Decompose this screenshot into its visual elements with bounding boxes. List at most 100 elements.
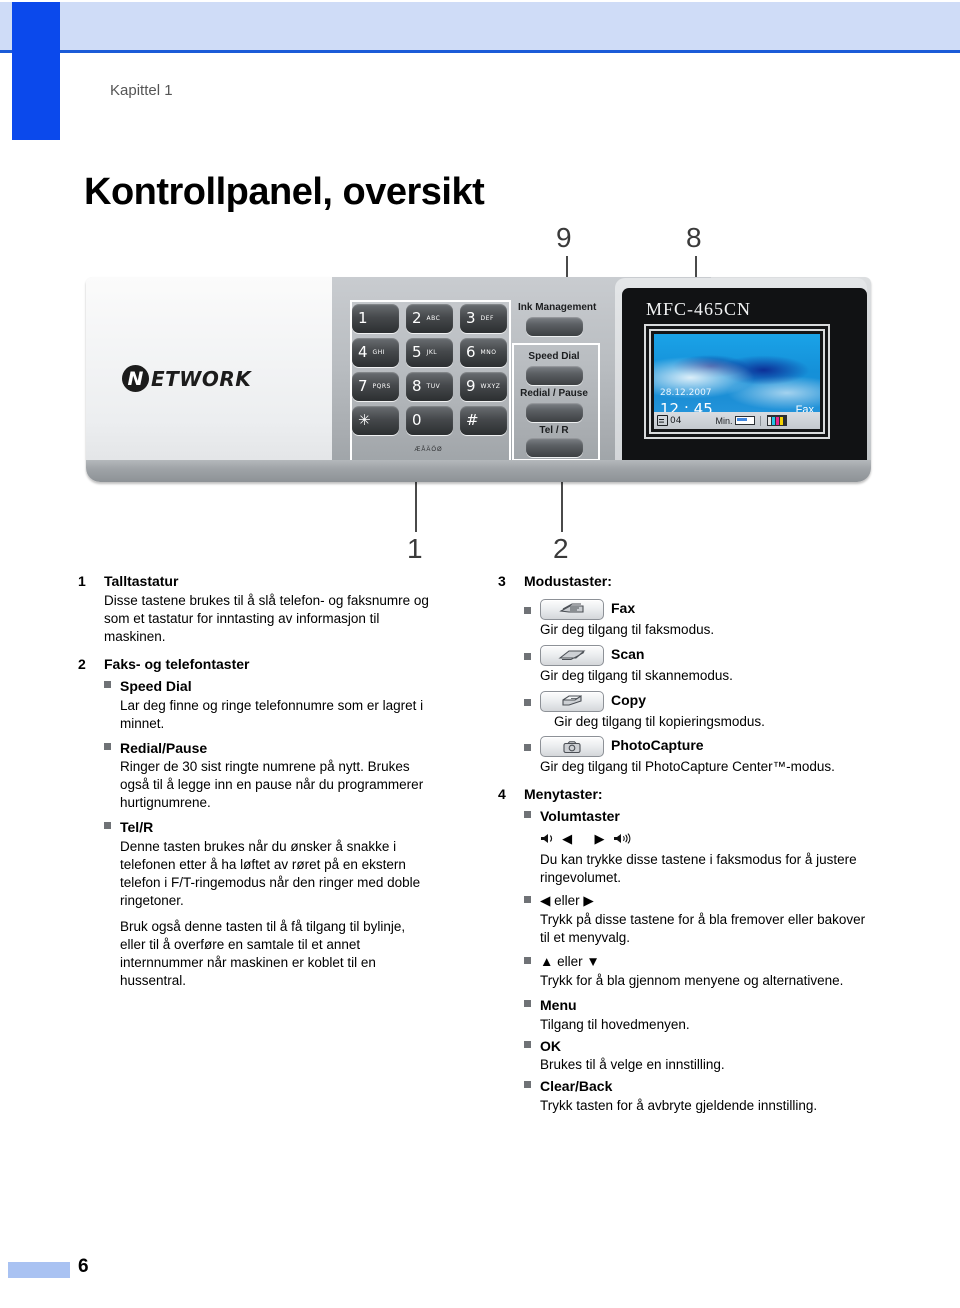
bullet-label: OK	[540, 1037, 561, 1054]
photocapture-icon	[540, 736, 604, 758]
bullet-mode-copy: Copy	[524, 690, 868, 712]
bullet-up-down-keys: ▲ eller ▼	[524, 953, 868, 971]
key-7[interactable]: 7 PQRS	[352, 372, 399, 401]
item-title: Modustaster:	[524, 573, 612, 589]
key-letters: PQRS	[372, 383, 391, 390]
bullet-tel-r-body-2: Bruk også denne tasten til å få tilgang …	[120, 919, 406, 989]
bullet-label: ▲ eller ▼	[540, 954, 600, 970]
bullet-label: Redial/Pause	[120, 739, 208, 756]
bullet-left-right-keys: ◀ eller ▶	[524, 892, 868, 910]
bullet-square-icon	[524, 996, 540, 1008]
list-item-3: 3 Modustaster:	[498, 572, 868, 591]
bullet-square-icon	[524, 691, 540, 706]
key-letters: GHI	[372, 349, 385, 356]
bullet-square-icon	[524, 645, 540, 660]
lcd-screen[interactable]: 28.12.2007 12 : 45 Fax 04 Min.	[654, 334, 820, 429]
key-digit: 6	[466, 343, 476, 361]
keypad-row: ✳ 0 #	[352, 406, 507, 435]
bullet-square-icon	[524, 599, 540, 614]
key-letters: MNO	[480, 349, 497, 356]
bullet-square-icon	[524, 1077, 540, 1089]
callout-1: 1	[407, 533, 423, 564]
bullet-label: Fax	[611, 599, 636, 616]
callout-8: 8	[686, 222, 702, 253]
volume-key-glyphs: ◀ ▶	[540, 829, 868, 849]
bullet-mode-fax: Fax	[524, 598, 868, 620]
list-item-1: 1 Talltastatur	[78, 572, 430, 591]
dial-pad[interactable]: 1 2 ABC 3 DEF 4 GHI 5 JKL 6 MNO 7 PQRS 8 TUV 9W…	[352, 304, 507, 440]
lcd-status-bar: 04 Min.	[654, 412, 820, 429]
bullet-volume-keys: Volumtaster	[524, 807, 868, 826]
page-header-band	[0, 2, 960, 53]
bullet-square-icon	[104, 677, 120, 689]
key-star[interactable]: ✳	[352, 406, 399, 435]
lcd-date: 28.12.2007	[660, 388, 712, 398]
key-9[interactable]: 9 WXYZ	[460, 372, 507, 401]
panel-left-surface: N ETWORK	[86, 277, 332, 482]
item-title: Talltastatur	[104, 573, 179, 589]
network-logo-text: ETWORK	[151, 366, 252, 391]
document-icon	[657, 415, 668, 426]
bullet-square-icon	[524, 807, 540, 819]
speed-dial-button[interactable]	[526, 366, 583, 385]
redial-pause-button[interactable]	[526, 403, 583, 422]
ink-management-label: Ink Management	[518, 302, 597, 313]
footer-accent-bar	[8, 1262, 70, 1278]
mode-photocapture-body: Gir deg tilgang til PhotoCapture Center™…	[540, 759, 835, 775]
bullet-label: ◀ eller ▶	[540, 893, 594, 909]
key-1[interactable]: 1	[352, 304, 399, 333]
tel-r-button[interactable]	[526, 438, 583, 457]
network-logo-mark: N	[122, 365, 149, 392]
page-corner-block	[12, 2, 60, 140]
key-2[interactable]: 2 ABC	[406, 304, 453, 333]
bullet-square-icon	[524, 736, 540, 752]
mode-copy-body: Gir deg tilgang til kopieringsmodus.	[554, 713, 765, 729]
key-0[interactable]: 0	[406, 406, 453, 435]
key-digit: 9	[466, 377, 476, 395]
key-letters: JKL	[426, 349, 438, 356]
bullet-label: Scan	[611, 645, 645, 662]
key-6[interactable]: 6 MNO	[460, 338, 507, 367]
left-text-column: 1 Talltastatur Disse tastene brukes til …	[78, 572, 430, 990]
mode-fax-body: Gir deg tilgang til faksmodus.	[540, 621, 715, 637]
callout-2-leader	[561, 482, 563, 532]
ink-management-button[interactable]	[526, 317, 583, 336]
key-digit: 2	[412, 309, 422, 327]
page-title: Kontrollpanel, oversikt	[84, 171, 485, 214]
keypad-row: 4 GHI 5 JKL 6 MNO	[352, 338, 507, 367]
keypad-row: 1 2 ABC 3 DEF	[352, 304, 507, 333]
bullet-label: Menu	[540, 997, 577, 1014]
key-4[interactable]: 4 GHI	[352, 338, 399, 367]
bullet-label: Tel/R	[120, 819, 154, 836]
item-number: 2	[78, 656, 86, 673]
clear-back-key-body: Trykk tasten for å avbryte gjeldende inn…	[540, 1097, 818, 1113]
key-digit: #	[466, 411, 479, 429]
copy-icon	[540, 690, 604, 712]
key-8[interactable]: 8 TUV	[406, 372, 453, 401]
bullet-square-icon	[524, 953, 540, 965]
panel-base-edge	[86, 460, 871, 482]
callout-9: 9	[556, 222, 572, 253]
key-3[interactable]: 3 DEF	[460, 304, 507, 333]
lcd-doc-count: 04	[670, 415, 682, 426]
key-5[interactable]: 5 JKL	[406, 338, 453, 367]
ok-key-body: Brukes til å velge en innstilling.	[540, 1057, 725, 1073]
fax-icon	[540, 598, 604, 620]
bullet-redial-pause-body: Ringer de 30 sist ringte numrene på nytt…	[120, 759, 424, 811]
bullet-square-icon	[104, 818, 120, 830]
speed-dial-label: Speed Dial	[528, 351, 580, 362]
key-hash[interactable]: #	[460, 406, 507, 435]
tel-r-label: Tel / R	[539, 425, 569, 436]
model-name-label: MFC-465CN	[646, 299, 752, 319]
list-item-2: 2 Faks- og telefontaster	[78, 655, 430, 674]
left-right-keys-body: Trykk på disse tastene for å bla fremove…	[540, 912, 866, 946]
chapter-label: Kapittel 1	[110, 82, 173, 99]
key-letters: WXYZ	[480, 383, 501, 390]
status-divider	[760, 415, 762, 426]
item-number: 1	[78, 573, 86, 589]
key-digit: 7	[358, 377, 368, 395]
bullet-mode-photocapture: PhotoCapture	[524, 736, 868, 758]
bullet-label: PhotoCapture	[611, 737, 704, 754]
item-title: Faks- og telefontaster	[104, 656, 250, 673]
key-digit: 1	[358, 309, 368, 327]
